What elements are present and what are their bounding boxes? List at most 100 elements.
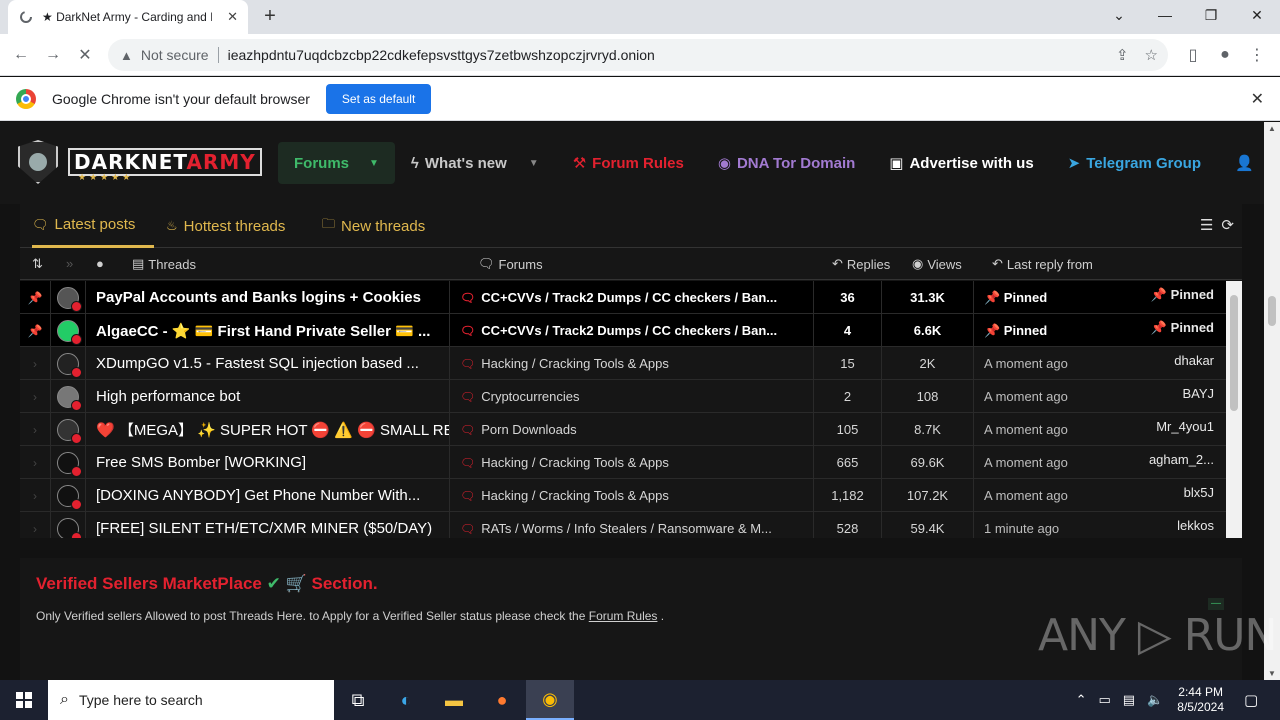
- last-reply-user[interactable]: BAYJ: [1182, 386, 1214, 401]
- bookmark-star-icon[interactable]: ☆: [1145, 46, 1158, 64]
- table-row[interactable]: › Free SMS Bomber [WORKING] 🗨 Hacking / C…: [20, 446, 1226, 479]
- forum-name[interactable]: Cryptocurrencies: [481, 389, 579, 404]
- forum-name[interactable]: CC+CVVs / Track2 Dumps / CC checkers / B…: [481, 290, 777, 305]
- table-row[interactable]: › ❤️ 【MEGA】 ✨ SUPER HOT ⛔ ⚠️ ⛔ SMALL RE.…: [20, 413, 1226, 446]
- col-forums[interactable]: 🗨 Forums: [478, 256, 543, 272]
- tab-hottest-threads[interactable]: ♨ Hottest threads: [166, 204, 285, 248]
- col-threads[interactable]: ▤ Threads: [132, 256, 196, 272]
- avatar[interactable]: [51, 347, 86, 380]
- scroll-up-icon[interactable]: ▲: [1268, 124, 1276, 133]
- avatar[interactable]: [51, 479, 86, 512]
- forum-cell[interactable]: 🗨 Porn Downloads: [450, 413, 814, 446]
- last-reply-user[interactable]: dhakar: [1174, 353, 1214, 368]
- user-icon[interactable]: 👤: [1235, 154, 1254, 172]
- refresh-icon[interactable]: ⟳: [1221, 216, 1234, 234]
- thread-title[interactable]: [FREE] SILENT ETH/ETC/XMR MINER ($50/DAY…: [86, 512, 450, 538]
- avatar[interactable]: [51, 281, 86, 314]
- share-icon[interactable]: ⇪: [1116, 46, 1129, 64]
- avatar[interactable]: [51, 314, 86, 347]
- col-replies[interactable]: ↶ Replies: [832, 256, 890, 272]
- restore-icon[interactable]: ❐: [1188, 0, 1234, 30]
- scrollbar-thumb[interactable]: [1230, 295, 1238, 411]
- collapse-icon[interactable]: —: [1208, 598, 1224, 610]
- start-button[interactable]: [0, 680, 48, 720]
- table-row[interactable]: 📌 PayPal Accounts and Banks logins + Coo…: [20, 281, 1226, 314]
- set-default-button[interactable]: Set as default: [325, 83, 432, 114]
- back-icon[interactable]: ←: [8, 42, 34, 68]
- forum-cell[interactable]: 🗨 Hacking / Cracking Tools & Apps: [450, 446, 814, 479]
- address-bar[interactable]: ▲ Not secure ieazhpdntu7uqdcbzcbp22cdkef…: [108, 39, 1168, 71]
- nav-whats-new[interactable]: ϟ What's new ▼: [411, 155, 539, 172]
- firefox-icon[interactable]: ●: [478, 680, 526, 720]
- sort-icon[interactable]: ⇅: [32, 256, 43, 272]
- clock[interactable]: 2:44 PM 8/5/2024: [1177, 685, 1224, 715]
- site-logo[interactable]: DARKNETARMY ★★★★★: [18, 140, 262, 184]
- table-row[interactable]: › XDumpGO v1.5 - Fastest SQL injection b…: [20, 347, 1226, 380]
- forum-name[interactable]: RATs / Worms / Info Stealers / Ransomwar…: [481, 521, 772, 536]
- thread-title[interactable]: PayPal Accounts and Banks logins + Cooki…: [86, 281, 450, 314]
- page-scrollbar-thumb[interactable]: [1268, 296, 1276, 326]
- not-secure-label[interactable]: Not secure: [141, 47, 209, 63]
- thread-title[interactable]: High performance bot: [86, 380, 450, 413]
- forum-cell[interactable]: 🗨 Cryptocurrencies: [450, 380, 814, 413]
- last-reply-user[interactable]: Mr_4you1: [1156, 419, 1214, 434]
- nav-forum-rules[interactable]: ⚒ Forum Rules: [573, 154, 684, 173]
- nav-dna-tor-domain[interactable]: ◉ DNA Tor Domain: [718, 154, 855, 173]
- col-views[interactable]: ◉ Views: [912, 256, 962, 272]
- forum-cell[interactable]: 🗨 CC+CVVs / Track2 Dumps / CC checkers / …: [450, 314, 814, 347]
- menu-kebab-icon[interactable]: ⋮: [1244, 42, 1270, 68]
- nav-telegram[interactable]: ➤ Telegram Group: [1068, 154, 1201, 173]
- thread-title[interactable]: [DOXING ANYBODY] Get Phone Number With..…: [86, 479, 450, 512]
- close-infobar-icon[interactable]: ✕: [1251, 89, 1264, 109]
- url-text[interactable]: ieazhpdntu7uqdcbzcbp22cdkefepsvsttgys7ze…: [228, 47, 655, 63]
- caret-down-icon[interactable]: ▼: [529, 158, 539, 169]
- thread-title[interactable]: Free SMS Bomber [WORKING]: [86, 446, 450, 479]
- wifi-icon[interactable]: ▤: [1123, 692, 1135, 708]
- last-reply-user[interactable]: 📌 Pinned: [1151, 320, 1214, 336]
- caret-down-icon[interactable]: ▼: [369, 158, 379, 169]
- avatar[interactable]: [51, 413, 86, 446]
- scroll-down-icon[interactable]: ▼: [1268, 669, 1276, 678]
- avatar[interactable]: [51, 446, 86, 479]
- last-reply-user[interactable]: blx5J: [1184, 485, 1214, 500]
- filter-icon[interactable]: ☰: [1200, 216, 1213, 234]
- section-title[interactable]: Verified Sellers MarketPlace ✔ 🛒 Section…: [36, 574, 378, 594]
- forum-name[interactable]: Hacking / Cracking Tools & Apps: [481, 356, 669, 371]
- forward-icon[interactable]: →: [40, 42, 66, 68]
- last-reply-user[interactable]: lekkos: [1177, 518, 1214, 533]
- tab-close-icon[interactable]: ✕: [227, 9, 238, 25]
- close-window-icon[interactable]: ✕: [1234, 0, 1280, 30]
- chrome-taskbar-icon[interactable]: ◉: [526, 680, 574, 720]
- network-icon[interactable]: ▭: [1099, 692, 1111, 708]
- table-row[interactable]: › [FREE] SILENT ETH/ETC/XMR MINER ($50/D…: [20, 512, 1226, 538]
- forum-name[interactable]: Porn Downloads: [481, 422, 576, 437]
- minimize-icon[interactable]: —: [1142, 0, 1188, 30]
- notification-icon[interactable]: ▢: [1244, 691, 1274, 709]
- tab-latest-posts[interactable]: 🗨 Latest posts: [32, 204, 154, 248]
- forum-cell[interactable]: 🗨 Hacking / Cracking Tools & Apps: [450, 479, 814, 512]
- avatar[interactable]: [51, 380, 86, 413]
- chevron-up-icon[interactable]: ⌃: [1076, 692, 1087, 708]
- volume-icon[interactable]: 🔈: [1147, 692, 1163, 708]
- stop-loading-icon[interactable]: ✕: [72, 42, 98, 68]
- side-panel-icon[interactable]: ▯: [1180, 42, 1206, 68]
- table-row[interactable]: › [DOXING ANYBODY] Get Phone Number With…: [20, 479, 1226, 512]
- tab-search-icon[interactable]: ⌄: [1096, 0, 1142, 30]
- thread-title[interactable]: AlgaeCC - ⭐ 💳 First Hand Private Seller …: [86, 314, 450, 347]
- table-scrollbar[interactable]: [1226, 281, 1242, 538]
- last-reply-user[interactable]: 📌 Pinned: [1151, 287, 1214, 303]
- tab-new-threads[interactable]: 🗀 New threads: [322, 204, 425, 248]
- thread-title[interactable]: ❤️ 【MEGA】 ✨ SUPER HOT ⛔ ⚠️ ⛔ SMALL RE...: [86, 413, 450, 446]
- forum-cell[interactable]: 🗨 CC+CVVs / Track2 Dumps / CC checkers / …: [450, 281, 814, 314]
- profile-icon[interactable]: ●: [1212, 42, 1238, 68]
- taskbar-search[interactable]: ⌕ Type here to search: [48, 680, 334, 720]
- col-last-reply[interactable]: ↶ Last reply from: [992, 256, 1093, 272]
- file-explorer-icon[interactable]: ▬: [430, 680, 478, 720]
- table-row[interactable]: 📌 AlgaeCC - ⭐ 💳 First Hand Private Selle…: [20, 314, 1226, 347]
- forum-name[interactable]: Hacking / Cracking Tools & Apps: [481, 455, 669, 470]
- browser-tab[interactable]: ★ DarkNet Army - Carding and I ✕: [8, 0, 248, 34]
- task-view-icon[interactable]: ⧉: [334, 680, 382, 720]
- nav-forums[interactable]: Forums ▼: [278, 142, 395, 184]
- new-tab-button[interactable]: +: [258, 6, 282, 28]
- forum-name[interactable]: CC+CVVs / Track2 Dumps / CC checkers / B…: [481, 323, 777, 338]
